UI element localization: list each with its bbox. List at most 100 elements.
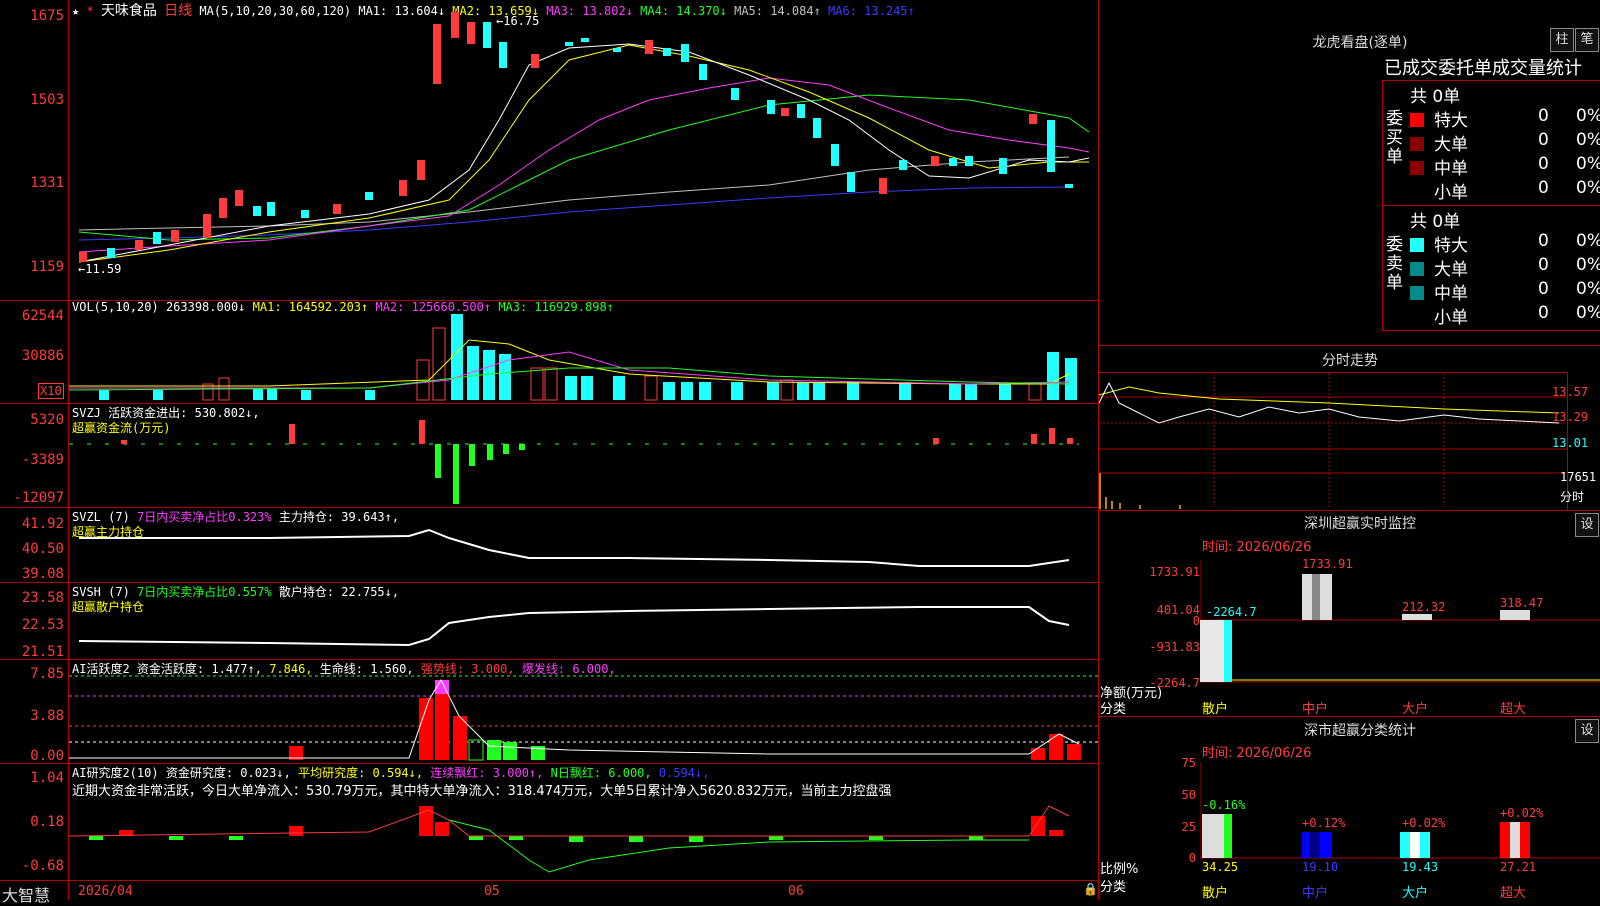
svsh-chart [78,606,1070,647]
monitor-value: 1733.91 [1302,557,1353,571]
buy-row-big: 大单00% [1410,130,1600,155]
class-ytick: 0 [1188,851,1196,865]
sell-row-big: 大单00% [1410,255,1600,280]
class-pct: +0.02% [1402,816,1446,830]
monitor-chart [1200,560,1600,683]
monitor-category: 散户 [1202,702,1229,717]
fenshi-title: 分时走势 [1322,353,1378,369]
lock-icon[interactable]: 🔒 [1083,882,1098,896]
fenshi-price: 13.57 [1552,385,1589,399]
ai-research-header: AI研究度2(10) 资金研究度: 0.023↓, 平均研究度: 0.594↓,… [72,764,709,781]
buy-row-large: 特大00% [1410,106,1600,131]
ai-active-chart [69,675,1098,761]
zhu-button[interactable]: 柱 [1550,28,1574,52]
brand-label: 大智慧 [2,886,51,905]
monitor-value: -2264.7 [1206,605,1257,619]
svzl-ytick: 41.92 [21,516,64,532]
svzj-chart [69,420,1079,504]
date-label: 2026/04 [78,884,133,899]
svsh-ytick: 22.53 [21,617,64,633]
ma5-line [78,156,1070,231]
ai-research-ytick: 0.18 [30,814,64,830]
stats-title: 已成交委托单成交量统计 [1384,58,1582,79]
class-pct: +0.02% [1500,806,1544,820]
ai-research-label: AI研究度2(10) [72,766,159,780]
svzl-chart [79,528,1070,567]
class-ytick: 75 [1181,756,1196,770]
price-chart[interactable] [69,0,1098,300]
ma2-line [78,44,1089,263]
monitor-category: 超大 [1500,702,1527,717]
monitor-time: 时间: 2026/06/26 [1202,540,1312,555]
ai-research-t3: 连续飘红: 3.000↑, [430,766,544,780]
ai-active-ytick: 7.85 [30,666,64,682]
class-value: 27.21 [1500,860,1537,874]
lhb-title: 龙虎看盘(逐单) [1312,35,1408,51]
ai-research-t2: 平均研究度: 0.594↓, [298,766,424,780]
svsh-ytick: 21.51 [21,644,64,660]
ai-research-chart [69,805,1070,873]
svzl-ytick: 40.50 [21,541,64,557]
fenshi-price: 13.01 [1552,436,1589,450]
class-ytick: 50 [1181,788,1196,802]
monitor-ytick: 1733.91 [1149,565,1200,579]
vol-unit: X10 [38,383,64,399]
class-axis-label: 分类 [1100,880,1127,895]
svzl-ytick: 39.08 [21,566,64,582]
buy-total: 共 0单 [1410,87,1461,107]
fenshi-price: 13.29 [1552,410,1589,424]
class-category: 散户 [1202,886,1229,901]
class-pct: -0.16% [1202,798,1246,812]
monitor-ytick: -931.83 [1149,640,1200,654]
ai-research-t1: 资金研究度: 0.023↓, [165,766,291,780]
monitor-ytick: 0 [1192,614,1200,628]
class-value: 19.43 [1402,860,1439,874]
sell-total: 共 0单 [1410,212,1461,232]
ai-research-ytick: 1.04 [30,770,64,786]
ma4-line [78,94,1090,241]
bi-button[interactable]: 笔 [1575,28,1599,52]
class-category: 中户 [1302,886,1329,901]
fenshi-chart[interactable] [1099,373,1567,509]
ai-research-ytick: -0.68 [21,858,64,874]
price-ytick: 1331 [30,175,64,191]
vol-ytick: 30886 [21,348,64,364]
class-axis-label: 比例% [1100,862,1139,877]
svsh-ytick: 23.58 [21,590,64,606]
candles [79,12,1073,262]
ma6-line [78,186,1070,241]
buy-side-label: 委买单 [1386,109,1403,167]
monitor-settings-button[interactable]: 设 [1575,513,1599,537]
fenshi-vol: 17651 [1560,470,1597,484]
sell-row-mid: 中单00% [1410,279,1600,304]
ai-research-t5: 0.594↓, [658,766,710,780]
ai-active-ytick: 3.88 [30,708,64,724]
buy-row-small: 小单00% [1434,178,1600,203]
monitor-value: 318.47 [1500,596,1544,610]
monitor-axis-label: 分类 [1100,702,1127,717]
sell-row-large: 特大00% [1410,231,1600,256]
monitor-category: 大户 [1402,702,1429,717]
class-category: 大户 [1402,886,1429,901]
class-time: 时间: 2026/06/26 [1202,746,1312,761]
fenshi-vol-label: 分时 [1560,490,1585,504]
price-ytick: 1675 [30,8,64,24]
class-title: 深市超赢分类统计 [1304,723,1416,739]
svzj-ytick: -3389 [21,452,64,468]
ai-research-comment: 近期大资金非常活跃，今日大单净流入：530.79万元，其中特大单净流入：318.… [72,784,892,799]
vol-ytick: 62544 [21,308,64,324]
ai-research-t4: N日飘红: 6.000, [550,766,652,780]
buy-row-mid: 中单00% [1410,154,1600,179]
class-ytick: 25 [1181,820,1196,834]
date-label: 06 [788,884,804,899]
monitor-title: 深圳超赢实时监控 [1304,516,1416,532]
class-category: 超大 [1500,886,1527,901]
ai-active-ytick: 0.00 [30,748,64,764]
svzj-ytick: 5320 [30,412,64,428]
sell-row-small: 小单00% [1434,303,1600,328]
monitor-category: 中户 [1302,702,1329,717]
class-settings-button[interactable]: 设 [1575,719,1599,743]
class-pct: +0.12% [1302,816,1346,830]
price-ytick: 1503 [30,92,64,108]
vol-chart [69,314,1077,401]
